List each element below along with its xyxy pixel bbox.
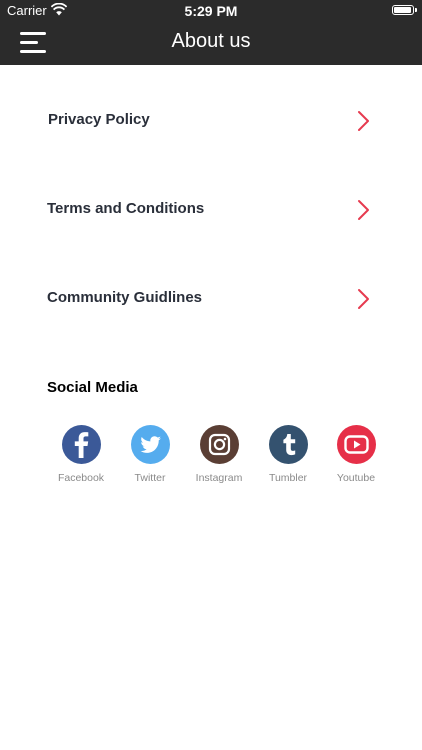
facebook-icon [62, 425, 101, 464]
youtube-icon [337, 425, 376, 464]
menu-item-label: Privacy Policy [48, 111, 150, 128]
chevron-right-icon [358, 111, 369, 131]
chevron-right-icon [358, 289, 369, 309]
facebook-button[interactable]: Facebook [43, 425, 119, 489]
facebook-label: Facebook [57, 472, 105, 484]
social-media-heading: Social Media [47, 379, 138, 396]
twitter-label: Twitter [134, 472, 166, 484]
privacy-policy-row[interactable]: Privacy Policy [0, 96, 422, 146]
menu-item-label: Terms and Conditions [47, 200, 205, 217]
tumblr-icon [269, 425, 308, 464]
community-guidelines-row[interactable]: Community Guidlines [0, 274, 422, 324]
tumblr-button[interactable]: Tumbler [250, 425, 326, 489]
instagram-label: Instagram [195, 472, 243, 484]
instagram-button[interactable]: Instagram [181, 425, 257, 489]
terms-and-conditions-row[interactable]: Terms and Conditions [0, 185, 422, 235]
tumblr-label: Tumbler [268, 472, 308, 484]
chevron-right-icon [358, 200, 369, 220]
instagram-icon [200, 425, 239, 464]
twitter-icon [131, 425, 170, 464]
status-time: 5:29 PM [184, 3, 238, 19]
page-title: About us [171, 30, 251, 52]
status-bar: Carrier 5:29 PM [0, 0, 422, 22]
twitter-button[interactable]: Twitter [112, 425, 188, 489]
menu-item-label: Community Guidlines [47, 289, 203, 306]
top-bar: Carrier 5:29 PM About us [0, 0, 422, 65]
battery-icon [392, 5, 417, 15]
youtube-label: Youtube [336, 472, 376, 484]
youtube-button[interactable]: Youtube [318, 425, 394, 489]
